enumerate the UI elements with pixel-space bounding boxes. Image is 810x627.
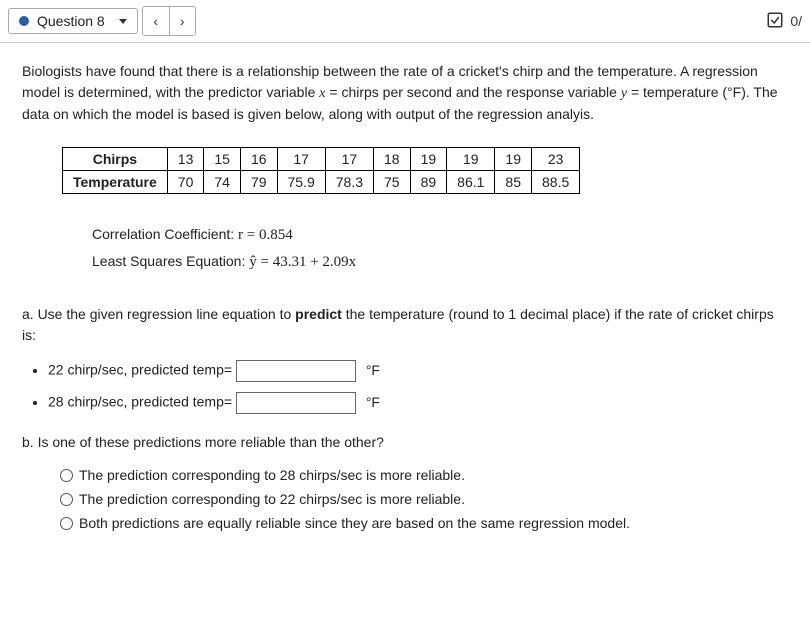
radio-label: The prediction corresponding to 28 chirp…: [79, 467, 465, 483]
cell: 19: [495, 148, 532, 171]
corr-label: Correlation Coefficient:: [92, 226, 238, 242]
cell: 16: [240, 148, 277, 171]
row-label-temperature: Temperature: [63, 171, 168, 194]
radio-option-22-more-reliable[interactable]: The prediction corresponding to 22 chirp…: [60, 491, 788, 507]
cell: 89: [410, 171, 447, 194]
question-selector[interactable]: Question 8: [8, 8, 138, 34]
unit-28: °F: [366, 394, 380, 410]
lsq-label: Least Squares Equation:: [92, 253, 249, 269]
status-dot-icon: [19, 16, 29, 26]
unit-22: °F: [366, 362, 380, 378]
part-b-prompt: b. Is one of these predictions more reli…: [22, 432, 788, 453]
next-question-button[interactable]: ›: [169, 7, 195, 35]
row-label-chirps: Chirps: [63, 148, 168, 171]
part-a-inputs: 22 chirp/sec, predicted temp= °F 28 chir…: [48, 360, 788, 414]
part-a-text-1: a. Use the given regression line equatio…: [22, 306, 295, 322]
input-label-28: 28 chirp/sec, predicted temp=: [48, 394, 232, 410]
radio-label: The prediction corresponding to 22 chirp…: [79, 491, 465, 507]
cell: 70: [167, 171, 204, 194]
intro-text-2: = chirps per second and the response var…: [325, 84, 620, 100]
radio-icon: [60, 517, 73, 530]
cell: 17: [325, 148, 373, 171]
input-label-22: 22 chirp/sec, predicted temp=: [48, 362, 232, 378]
table-row-chirps: Chirps 13 15 16 17 17 18 19 19 19 23: [63, 148, 580, 171]
cell: 23: [532, 148, 580, 171]
cell: 18: [374, 148, 411, 171]
cell: 19: [410, 148, 447, 171]
table-row-temperature: Temperature 70 74 79 75.9 78.3 75 89 86.…: [63, 171, 580, 194]
predicted-temp-22-input[interactable]: [236, 360, 356, 382]
correlation-line: Correlation Coefficient: r = 0.854: [92, 222, 788, 249]
chevron-down-icon: [119, 19, 127, 24]
cell: 79: [240, 171, 277, 194]
question-content: Biologists have found that there is a re…: [0, 43, 810, 557]
radio-option-28-more-reliable[interactable]: The prediction corresponding to 28 chirp…: [60, 467, 788, 483]
top-toolbar: Question 8 ‹ › 0/: [0, 0, 810, 43]
radio-label: Both predictions are equally reliable si…: [79, 515, 630, 531]
input-item-22: 22 chirp/sec, predicted temp= °F: [48, 360, 788, 382]
least-squares-line: Least Squares Equation: ŷ = 43.31 + 2.09…: [92, 249, 788, 276]
cell: 86.1: [447, 171, 495, 194]
part-a-predict-word: predict: [295, 306, 342, 322]
corr-equation: r = 0.854: [238, 227, 293, 243]
chevron-left-icon: ‹: [153, 13, 158, 29]
regression-output: Correlation Coefficient: r = 0.854 Least…: [92, 222, 788, 276]
radio-icon: [60, 493, 73, 506]
cell: 75: [374, 171, 411, 194]
radio-icon: [60, 469, 73, 482]
cell: 74: [204, 171, 241, 194]
part-a-prompt: a. Use the given regression line equatio…: [22, 304, 788, 346]
cell: 17: [277, 148, 325, 171]
cell: 88.5: [532, 171, 580, 194]
tries-check-icon: [766, 11, 784, 32]
lsq-equation: ŷ = 43.31 + 2.09x: [249, 254, 356, 270]
intro-paragraph: Biologists have found that there is a re…: [22, 61, 788, 125]
cell: 15: [204, 148, 241, 171]
prev-question-button[interactable]: ‹: [143, 7, 169, 35]
cell: 19: [447, 148, 495, 171]
chevron-right-icon: ›: [180, 13, 185, 29]
cell: 13: [167, 148, 204, 171]
tries-count: 0/: [790, 13, 802, 29]
predicted-temp-28-input[interactable]: [236, 392, 356, 414]
input-item-28: 28 chirp/sec, predicted temp= °F: [48, 392, 788, 414]
question-label: Question 8: [37, 13, 105, 29]
tries-remaining: 0/: [766, 11, 802, 32]
part-b-options: The prediction corresponding to 28 chirp…: [60, 467, 788, 531]
cell: 78.3: [325, 171, 373, 194]
cell: 75.9: [277, 171, 325, 194]
data-table: Chirps 13 15 16 17 17 18 19 19 19 23 Tem…: [62, 147, 580, 194]
question-nav-group: ‹ ›: [142, 6, 196, 36]
cell: 85: [495, 171, 532, 194]
radio-option-equally-reliable[interactable]: Both predictions are equally reliable si…: [60, 515, 788, 531]
toolbar-left-group: Question 8 ‹ ›: [8, 6, 196, 36]
